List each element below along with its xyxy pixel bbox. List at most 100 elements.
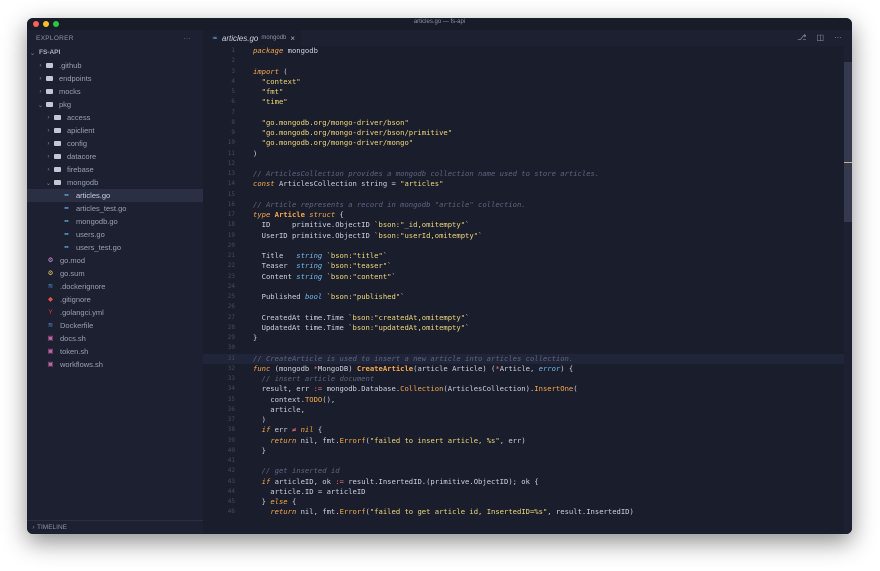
tree-file-item[interactable]: ≋ Dockerfile [27, 319, 203, 332]
split-editor-icon[interactable]: ◫ [816, 33, 824, 42]
tree-item-label: .dockerignore [60, 282, 106, 291]
tree-folder-item[interactable]: › firebase [27, 163, 203, 176]
code-token: { [335, 210, 344, 219]
line-number: 32 [227, 364, 235, 372]
tree-folder-item[interactable]: › endpoints [27, 72, 203, 85]
code-text: Published bool `bson:"published"` [253, 292, 405, 302]
code-line: 24 [203, 282, 844, 292]
tree-file-item[interactable]: ⚙ go.mod [27, 254, 203, 267]
code-token: (), [322, 394, 336, 404]
tree-file-item[interactable]: ≋ .dockerignore [27, 280, 203, 293]
line-number: 13 [227, 170, 235, 177]
tree-item-label: .github [59, 61, 82, 70]
tree-item-label: access [67, 113, 91, 122]
timeline-title: TIMELINE [37, 524, 67, 531]
chevron-right-icon: › [47, 153, 50, 160]
code-editor[interactable]: 1 package mongodb 2 3 import (4 "context" 5 "… [203, 46, 844, 534]
tab-articles-go[interactable]: ≖ articles.go mongodb × [203, 30, 301, 46]
line-number: 11 [227, 149, 235, 157]
tree-folder-item[interactable]: › mocks [27, 85, 203, 98]
code-text: import ( [253, 67, 288, 77]
code-text: "go.mongodb.org/mongo-driver/bson" [253, 118, 409, 128]
code-text: "fmt" [253, 87, 284, 97]
tree-file-item[interactable]: Y .golangci.yml [27, 306, 203, 319]
tree-folder-item[interactable]: › datacore [27, 150, 203, 163]
code-token: func [253, 363, 271, 373]
tree-file-item[interactable]: ▣ docs.sh [27, 332, 203, 345]
tree-folder-item[interactable]: › config [27, 137, 203, 150]
code-token: article.ID = articleID [253, 486, 366, 496]
code-text: // insert article document [253, 374, 375, 384]
tree-item-label: pkg [59, 100, 72, 109]
code-token: ArticlesCollection string = [274, 179, 401, 189]
code-token: return [270, 507, 297, 517]
tree-file-item[interactable]: ▣ token.sh [27, 345, 203, 358]
code-token: Article [274, 210, 305, 219]
code-line: 10 "go.mongodb.org/mongo-driver/mongo" [203, 138, 844, 148]
code-line: 7 [203, 108, 844, 118]
code-token: "failed to get article id, InsertedID=%s… [369, 507, 548, 517]
tree-file-item[interactable]: ≖ users.go [27, 228, 203, 241]
folder-icon [46, 76, 53, 81]
code-token: if [261, 476, 271, 486]
code-token: ) [253, 148, 258, 158]
tree-root-item[interactable]: ⌄ FS-API [27, 46, 203, 59]
code-line: 30 [203, 343, 844, 353]
go-file-icon: ≖ [63, 204, 70, 212]
timeline-section[interactable]: › TIMELINE [27, 520, 203, 534]
tree-folder-item[interactable]: ⌄ pkg [27, 98, 203, 111]
scrollbar-thumb[interactable] [844, 62, 852, 222]
code-line: 20 [203, 241, 844, 251]
window-title: articles.go — fs-api [413, 19, 466, 25]
line-number: 3 [231, 67, 235, 75]
source-control-icon[interactable]: ⎇ [797, 33, 806, 42]
code-text: if articleID, ok := result.InsertedID.(p… [253, 477, 539, 487]
line-number: 25 [227, 293, 235, 300]
tree-file-item[interactable]: ≖ articles.go [27, 189, 203, 202]
code-token: `bson:"published"` [326, 292, 405, 301]
code-text: result, err := mongodb.Database.Collecti… [253, 384, 578, 394]
code-token: UserID primitive.ObjectID [253, 230, 375, 240]
line-number: 41 [227, 457, 235, 464]
tree-item-label: mocks [59, 87, 81, 96]
tree-file-item[interactable]: ≖ mongodb.go [27, 215, 203, 228]
code-text: func (mongodb *MongoDB) CreateArticle(ar… [253, 364, 573, 374]
line-number: 14 [227, 180, 235, 188]
tree-folder-item[interactable]: › apiclient [27, 124, 203, 137]
code-token: ) { [560, 363, 574, 373]
code-token: Title [253, 251, 297, 260]
close-tab-icon[interactable]: × [290, 34, 295, 43]
code-token: nil [300, 425, 314, 435]
tree-file-item[interactable]: ▣ workflows.sh [27, 358, 203, 371]
line-number: 4 [231, 77, 235, 85]
code-token: `bson:"content"` [326, 271, 396, 281]
tree-file-item[interactable]: ≖ users_test.go [27, 241, 203, 254]
line-number: 2 [231, 57, 235, 65]
code-token: bool [304, 292, 323, 301]
more-actions-icon[interactable]: ··· [834, 33, 842, 42]
tree-folder-item[interactable]: › .github [27, 59, 203, 72]
more-actions-icon[interactable]: ··· [184, 35, 191, 42]
code-text: const ArticlesCollection string = "artic… [253, 179, 443, 189]
tree-folder-item[interactable]: › access [27, 111, 203, 124]
code-token: MongoDB) [317, 363, 357, 373]
editor-scrollbar[interactable] [844, 46, 852, 534]
tree-item-label: config [67, 139, 88, 148]
code-text: context.TODO(), [253, 395, 335, 405]
title-bar: articles.go — fs-api [27, 18, 852, 30]
docker-icon: ≋ [47, 282, 54, 290]
folder-icon [54, 167, 61, 172]
explorer-title: EXPLORER [36, 34, 74, 42]
code-line: 37 ) [203, 415, 844, 425]
tree-file-item[interactable]: ◆ .gitignore [27, 293, 203, 306]
code-text: Content string `bson:"content"` [253, 272, 396, 282]
line-number: 37 [227, 416, 235, 423]
tree-file-item[interactable]: ≖ articles_test.go [27, 202, 203, 215]
tree-folder-item[interactable]: ⌄ mongodb [27, 176, 203, 189]
tree-file-item[interactable]: ⚙ go.sum [27, 267, 203, 280]
code-text: // Article represents a record in mongod… [253, 200, 526, 210]
code-token: nil, fmt. [296, 435, 340, 445]
shell-script-icon: ▣ [47, 334, 54, 342]
code-token: // Article represents a record in mongod… [253, 199, 526, 209]
